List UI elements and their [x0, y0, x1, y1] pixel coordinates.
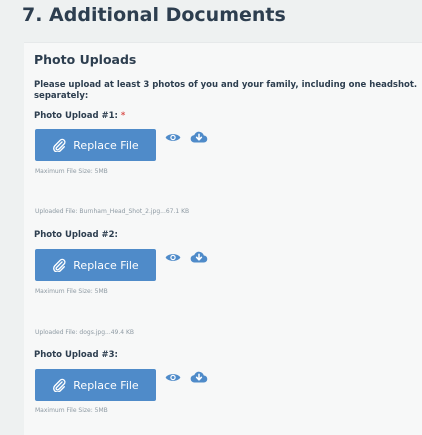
replace-file-label-1: Replace File [73, 138, 139, 152]
uploaded-file-1: Uploaded File: Burnham_Head_Shot_2.jpg..… [35, 208, 190, 215]
paperclip-icon [53, 378, 66, 392]
paperclip-icon [53, 258, 66, 272]
max-file-size-2: Maximum File Size: 5MB [35, 288, 108, 295]
cloud-download-icon[interactable] [190, 369, 208, 384]
section-title: 7. Additional Documents [22, 4, 286, 26]
eye-icon[interactable] [165, 252, 181, 263]
max-file-size-1: Maximum File Size: 5MB [35, 168, 108, 175]
instructions-line-2: separately: [34, 91, 89, 101]
cloud-download-icon[interactable] [190, 129, 208, 144]
replace-file-button-3[interactable]: Replace File [35, 369, 156, 401]
replace-file-label-2: Replace File [73, 258, 139, 272]
photo-uploads-panel: Photo Uploads Please upload at least 3 p… [24, 42, 422, 435]
photo-upload-2-label: Photo Upload #2: [34, 230, 118, 240]
replace-file-label-3: Replace File [73, 378, 139, 392]
photo-upload-3-label: Photo Upload #3: [34, 350, 118, 360]
uploaded-file-2: Uploaded File: dogs.jpg...49.4 KB [35, 329, 135, 336]
required-asterisk: * [120, 111, 126, 121]
paperclip-icon [53, 138, 66, 152]
photo-upload-1-label-text: Photo Upload #1: [34, 111, 118, 121]
page: 7. Additional Documents Photo Uploads Pl… [0, 0, 422, 435]
replace-file-button-2[interactable]: Replace File [35, 249, 156, 281]
eye-icon[interactable] [165, 372, 181, 383]
upload-instructions: Please upload at least 3 photos of you a… [34, 80, 422, 102]
eye-icon[interactable] [165, 132, 181, 143]
instructions-line-1: Please upload at least 3 photos of you a… [34, 80, 418, 90]
panel-title: Photo Uploads [34, 52, 137, 67]
cloud-download-icon[interactable] [190, 249, 208, 264]
replace-file-button-1[interactable]: Replace File [35, 129, 156, 161]
max-file-size-3: Maximum File Size: 5MB [35, 407, 108, 414]
photo-upload-1-label: Photo Upload #1: * [34, 111, 125, 121]
